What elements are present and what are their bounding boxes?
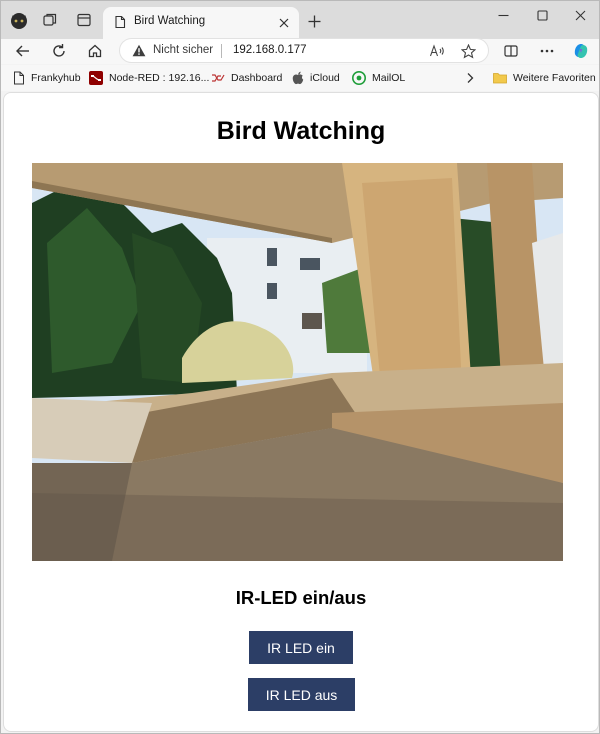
warning-icon[interactable]: [132, 44, 146, 62]
read-aloud-icon[interactable]: [427, 41, 447, 61]
maximize-icon[interactable]: [523, 1, 561, 29]
favorite-label: Node-RED : 192.16...: [109, 72, 210, 84]
title-bar: Bird Watching: [1, 1, 599, 39]
address-bar[interactable]: Nicht sicher 192.168.0.177: [119, 38, 489, 63]
tab-bird-watching[interactable]: Bird Watching: [103, 7, 299, 39]
refresh-icon[interactable]: [47, 39, 71, 63]
more-options-icon[interactable]: [535, 39, 559, 63]
other-favorites-folder[interactable]: Weitere Favoriten: [493, 69, 596, 87]
page-favicon-icon: [113, 15, 127, 34]
browser-window: Bird Watching Nicht sicher 192.168.0.177…: [0, 0, 600, 734]
home-icon[interactable]: [83, 39, 107, 63]
minimize-icon[interactable]: [484, 1, 522, 29]
url-divider: [221, 44, 222, 58]
close-window-icon[interactable]: [561, 1, 599, 29]
favorite-label: MailOL: [372, 72, 406, 84]
split-screen-icon[interactable]: [499, 39, 523, 63]
favorite-frankyhub[interactable]: Frankyhub: [13, 69, 81, 87]
other-favorites-label: Weitere Favoriten: [513, 72, 596, 84]
tab-close-icon[interactable]: [275, 14, 293, 32]
page-title: Bird Watching: [216, 117, 386, 145]
workspaces-icon[interactable]: [39, 9, 61, 31]
ir-led-off-button[interactable]: IR LED aus: [248, 678, 355, 711]
url-text[interactable]: 192.168.0.177: [233, 44, 307, 56]
chevron-right-icon[interactable]: [465, 69, 475, 87]
security-status-label[interactable]: Nicht sicher: [153, 44, 213, 56]
camera-stream-image: [32, 163, 563, 561]
copilot-icon[interactable]: [569, 39, 593, 63]
favorites-bar: Frankyhub Node-RED : 192.16... Dashboard: [1, 65, 599, 91]
ir-led-heading: IR-LED ein/aus: [235, 587, 367, 608]
folder-icon: [493, 72, 507, 84]
node-red-icon: [89, 71, 103, 85]
favorite-node-red[interactable]: Node-RED : 192.16...: [89, 69, 209, 87]
tab-title: Bird Watching: [134, 15, 206, 27]
page-icon: [13, 71, 25, 85]
favorite-label: Frankyhub: [31, 72, 81, 84]
favorite-label: iCloud: [310, 72, 340, 84]
favorite-label: Dashboard: [231, 72, 283, 84]
favorite-icloud[interactable]: iCloud: [292, 69, 340, 87]
back-icon[interactable]: [11, 39, 35, 63]
favorite-mailol[interactable]: MailOL: [352, 69, 405, 87]
dashboard-icon: [211, 72, 225, 84]
favorite-dashboard[interactable]: Dashboard: [211, 69, 282, 87]
favorite-star-icon[interactable]: [458, 41, 478, 61]
tab-actions-icon[interactable]: [73, 9, 95, 31]
mail-icon: [352, 71, 366, 85]
page-content: Bird Watching IR-LED ein/aus IR LED ein …: [3, 92, 599, 732]
apple-icon: [292, 71, 304, 85]
profile-avatar-icon[interactable]: [8, 9, 30, 31]
ir-led-on-button[interactable]: IR LED ein: [249, 631, 353, 664]
new-tab-icon[interactable]: [303, 10, 325, 32]
